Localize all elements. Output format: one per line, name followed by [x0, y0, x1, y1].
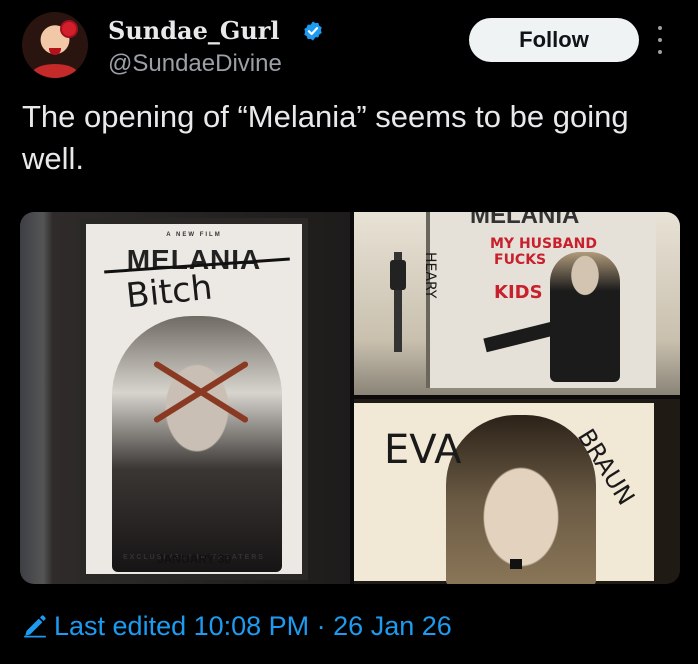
dot: [658, 26, 662, 30]
last-edited-link[interactable]: Last edited 10:08 PM · 26 Jan 26: [22, 606, 452, 646]
graffiti-line-1: MY HUSBAND: [490, 236, 597, 252]
follow-button[interactable]: Follow: [469, 18, 639, 62]
media-grid[interactable]: A NEW FILM MELANIA Bitch EXCLUSIVELY IN …: [20, 212, 680, 584]
avatar-mouth: [49, 48, 61, 55]
melania-poster: A NEW FILM MELANIA Bitch EXCLUSIVELY IN …: [80, 218, 308, 580]
seated-legs: [483, 321, 555, 353]
dot: [658, 50, 662, 54]
tweet-header: Sundae_Gurl @SundaeDivine Follow: [22, 12, 682, 82]
more-vertical-icon[interactable]: [654, 26, 666, 54]
media-image-1[interactable]: A NEW FILM MELANIA Bitch EXCLUSIVELY IN …: [20, 212, 350, 584]
release-date: JANUARY 30: [156, 552, 232, 566]
avatar[interactable]: [22, 12, 88, 78]
side-tag: HEARY: [422, 252, 438, 299]
woman-portrait: [112, 316, 282, 572]
graffiti-text: Bitch: [124, 267, 215, 317]
edited-label: Last edited 10:08 PM · 26 Jan 26: [54, 610, 452, 641]
media-image-3[interactable]: EVA BRAUN: [354, 399, 680, 584]
traffic-light: [390, 260, 406, 290]
user-handle[interactable]: @SundaeDivine: [108, 50, 282, 78]
avatar-shirt: [32, 64, 78, 78]
flower-decoration: [62, 22, 76, 36]
drawn-mustache: [510, 559, 522, 569]
poster-title: MELANIA: [470, 212, 580, 229]
graffiti-left: EVA: [384, 427, 462, 473]
pencil-icon: [24, 615, 46, 638]
dot: [658, 38, 662, 42]
graffiti-line-2: FUCKS: [494, 252, 547, 268]
portrait-poster: EVA BRAUN: [354, 403, 654, 584]
graffiti-line-3: KIDS: [494, 282, 543, 303]
media-image-2[interactable]: MELANIA MY HUSBAND FUCKS KIDS HEARY: [354, 212, 680, 395]
display-name[interactable]: Sundae_Gurl: [108, 16, 280, 45]
tweet-text: The opening of “Melania” seems to be goi…: [22, 99, 629, 176]
poster-tagline: A NEW FILM: [166, 232, 222, 238]
seated-figure: [550, 252, 620, 382]
melania-poster-seated: MELANIA MY HUSBAND FUCKS KIDS HEARY: [422, 212, 656, 388]
verified-badge-icon: [304, 21, 322, 41]
